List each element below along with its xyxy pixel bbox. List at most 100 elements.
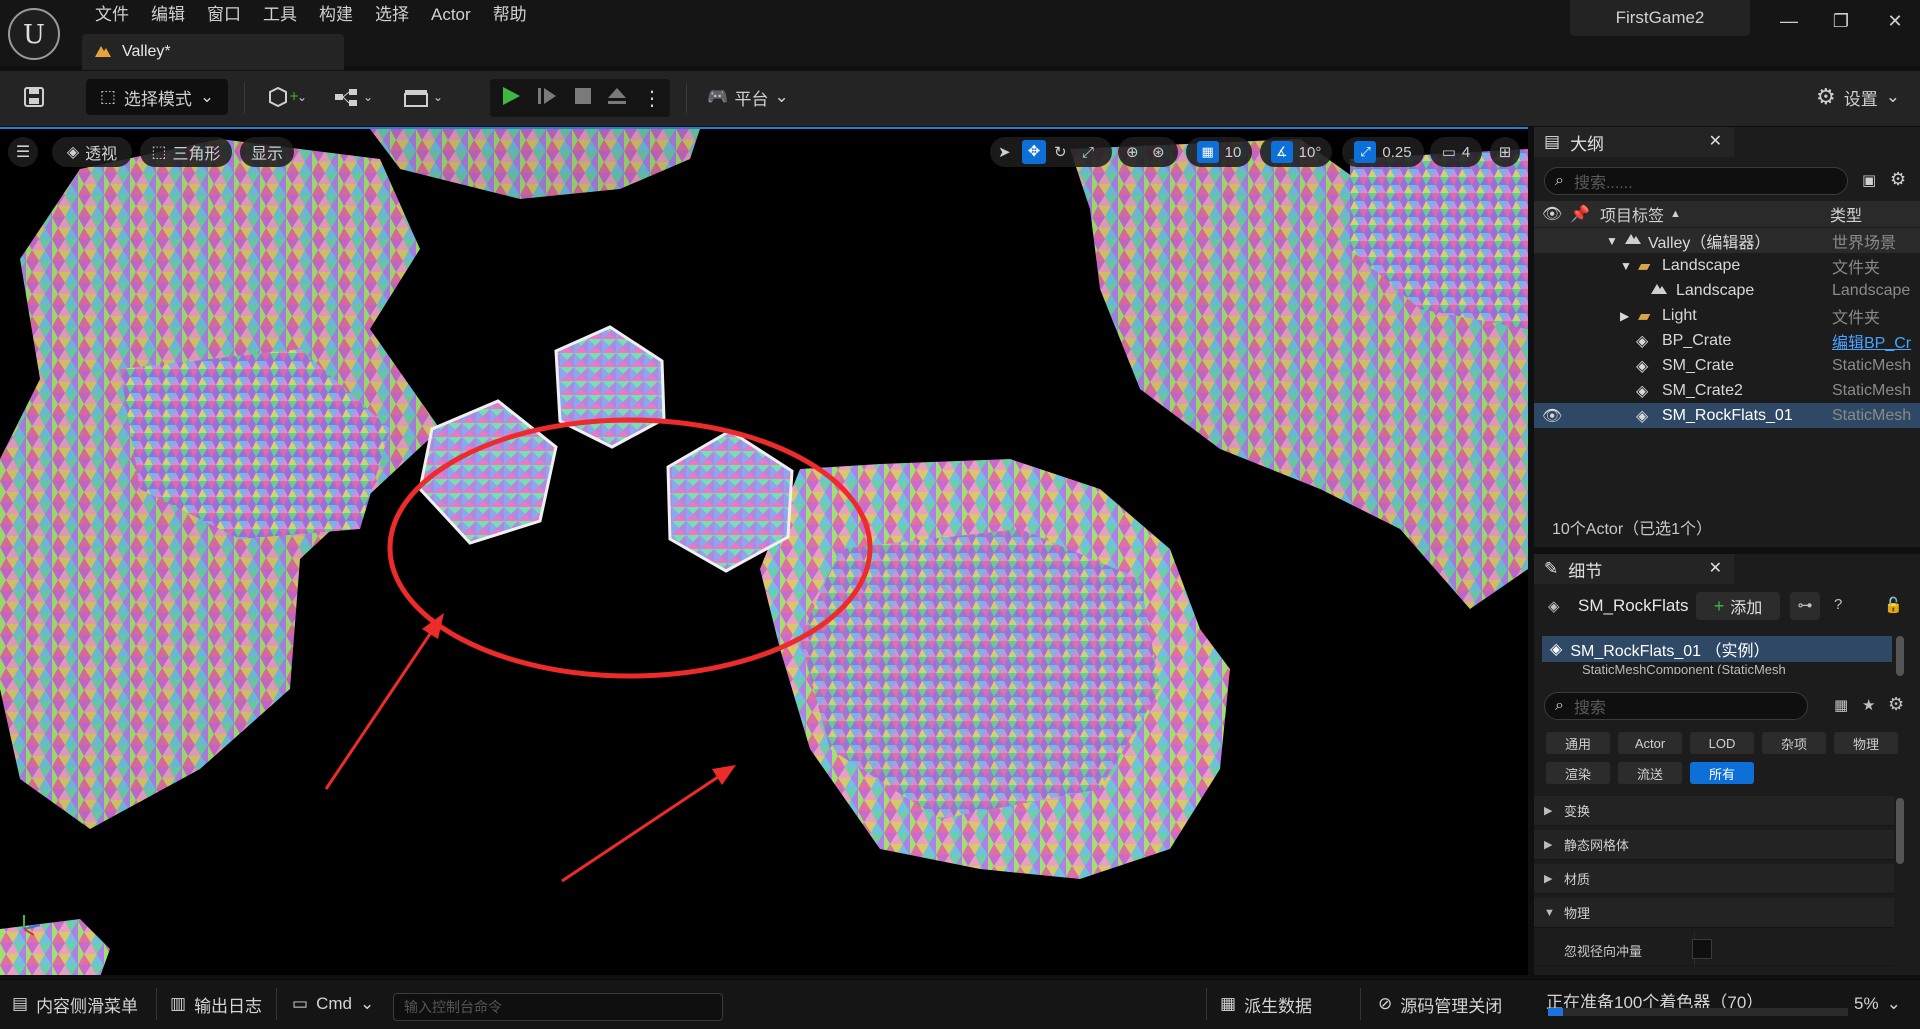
show-button[interactable]: 显示 — [240, 137, 294, 167]
save-icon[interactable] — [16, 79, 52, 115]
details-search-input[interactable]: ⌕ 搜索 — [1544, 692, 1808, 720]
filter-lod[interactable]: LOD — [1690, 732, 1754, 754]
filter-misc[interactable]: 杂项 — [1762, 732, 1826, 754]
play-icon[interactable] — [500, 85, 522, 111]
console-command-input[interactable]: 输入控制台命令 — [393, 993, 723, 1021]
table-view-icon[interactable]: ▦ — [1834, 696, 1848, 714]
eject-icon[interactable] — [606, 85, 628, 111]
crate-mesh[interactable] — [554, 325, 666, 449]
menu-select[interactable]: 选择 — [364, 4, 420, 28]
expand-icon[interactable]: ▼ — [1620, 259, 1632, 273]
filter-all[interactable]: 所有 — [1690, 762, 1754, 784]
move-icon[interactable]: ✥ — [1022, 140, 1046, 164]
gear-icon[interactable]: ⚙ — [1888, 694, 1904, 715]
source-control-button[interactable]: ⊘ 源码管理关闭 — [1378, 984, 1502, 1024]
cinematics-button[interactable]: ⌄ — [400, 79, 450, 115]
actor-name-field[interactable]: SM_RockFlats — [1578, 596, 1689, 616]
visibility-icon[interactable]: 👁 — [1542, 204, 1562, 224]
menu-edit[interactable]: 编辑 — [140, 4, 196, 28]
add-folder-icon[interactable]: ▣ — [1862, 171, 1876, 189]
section-materials[interactable]: ▶ 材质 — [1534, 864, 1894, 894]
level-viewport[interactable]: ☰ ◈ 透视 ⬚ 三角形 显示 ➤ ✥ ↻ ⤢ ⊕ ⊛ ▦ 10 ∡ 10° ⤢… — [0, 127, 1528, 975]
rotate-icon[interactable]: ↻ — [1054, 143, 1067, 161]
world-space-icon[interactable]: ⊕ — [1126, 143, 1139, 161]
ignore-radial-impulse-checkbox[interactable] — [1692, 939, 1712, 959]
section-transform[interactable]: ▶ 变换 — [1534, 796, 1894, 826]
camera-speed-button[interactable]: ▭ 4 — [1430, 137, 1482, 167]
menu-window[interactable]: 窗口 — [196, 4, 252, 28]
mode-select-dropdown[interactable]: ⬚ 选择模式 ⌄ — [86, 79, 228, 115]
perspective-button[interactable]: ◈ 透视 — [52, 137, 132, 167]
add-component-button[interactable]: + 添加 — [1696, 592, 1780, 620]
minimize-icon[interactable]: — — [1774, 6, 1804, 36]
menu-actor[interactable]: Actor — [420, 4, 482, 28]
select-arrow-icon[interactable]: ➤ — [998, 143, 1011, 161]
section-static-mesh[interactable]: ▶ 静态网格体 — [1534, 830, 1894, 860]
outliner-search-input[interactable]: ⌕ 搜索...... — [1544, 167, 1848, 195]
tree-row[interactable]: ▶ ▰ Light 文件夹 — [1534, 303, 1920, 328]
scale-icon[interactable]: ⤢ — [1082, 144, 1094, 161]
step-icon[interactable] — [536, 85, 558, 111]
tree-row[interactable]: 👁 ◈ SM_RockFlats_01 StaticMesh — [1534, 403, 1920, 428]
derived-data-button[interactable]: ▦ 派生数据 — [1220, 984, 1312, 1024]
unreal-logo-icon[interactable]: U — [8, 8, 60, 60]
menu-build[interactable]: 构建 — [308, 4, 364, 28]
progress-percent-dropdown[interactable]: 5% ⌄ — [1854, 984, 1901, 1024]
filter-actor[interactable]: Actor — [1618, 732, 1682, 754]
outliner-tab[interactable]: ▤ 大纲 ✕ — [1534, 127, 1734, 157]
component-tree-instance[interactable]: ◈ SM_RockFlats_01 （实例） — [1542, 636, 1892, 662]
surface-snap-icon[interactable]: ⊛ — [1152, 143, 1165, 161]
tree-row[interactable]: ◈ SM_Crate2 StaticMesh — [1534, 378, 1920, 403]
tree-row[interactable]: Landscape Landscape — [1534, 278, 1920, 303]
grid-snap-button[interactable]: ▦ 10 — [1186, 137, 1252, 167]
viewport-scene[interactable] — [0, 129, 1528, 975]
close-icon[interactable]: ✕ — [1709, 558, 1722, 578]
rock-mesh[interactable] — [370, 129, 700, 199]
view-mode-button[interactable]: ⬚ 三角形 — [140, 137, 232, 167]
filter-physics[interactable]: 物理 — [1834, 732, 1898, 754]
visibility-icon[interactable]: 👁 — [1542, 406, 1562, 426]
settings-button[interactable]: ⚙ 设置 ⌄ — [1806, 79, 1910, 115]
collapse-icon[interactable]: ▶ — [1620, 309, 1629, 323]
component-tree-item[interactable]: StaticMeshComponent (StaticMesh — [1542, 662, 1892, 674]
details-scrollbar[interactable] — [1896, 798, 1904, 864]
help-icon[interactable]: ? — [1834, 596, 1842, 613]
filter-rendering[interactable]: 渲染 — [1546, 762, 1610, 784]
tree-row[interactable]: ◈ BP_Crate 编辑BP_Cr — [1534, 328, 1920, 353]
close-icon[interactable]: ✕ — [1709, 131, 1722, 151]
rotation-snap-button[interactable]: ∡ 10° — [1260, 137, 1332, 167]
platform-button[interactable]: 🎮 平台 ⌄ — [706, 79, 790, 115]
output-log-button[interactable]: ▥ 输出日志 — [170, 984, 262, 1024]
menu-help[interactable]: 帮助 — [482, 4, 538, 28]
column-type-header[interactable]: 类型 — [1830, 202, 1862, 226]
gear-icon[interactable]: ⚙ — [1890, 169, 1906, 190]
restore-icon[interactable]: ❐ — [1826, 6, 1856, 36]
close-window-icon[interactable]: ✕ — [1880, 6, 1910, 36]
tree-row[interactable]: ◈ SM_Crate StaticMesh — [1534, 353, 1920, 378]
add-actor-button[interactable]: + ⌄ — [262, 79, 312, 115]
content-drawer-button[interactable]: ▤ 内容侧滑菜单 — [12, 984, 138, 1024]
tree-row[interactable]: ▼ ▰ Landscape 文件夹 — [1534, 253, 1920, 278]
column-label-header[interactable]: 项目标签 — [1600, 202, 1664, 226]
favorite-star-icon[interactable]: ★ — [1862, 696, 1875, 714]
edit-blueprint-link[interactable]: 编辑BP_Cr — [1832, 329, 1920, 353]
rock-mesh[interactable] — [0, 919, 110, 975]
stop-icon[interactable] — [572, 85, 594, 111]
menu-tools[interactable]: 工具 — [252, 4, 308, 28]
blueprint-button[interactable]: ⌄ — [330, 79, 380, 115]
viewport-menu-icon[interactable]: ☰ — [8, 137, 38, 167]
tree-row[interactable]: ▼ Valley（编辑器） 世界场景 — [1534, 228, 1920, 253]
viewport-layout-icon[interactable]: ⊞ — [1490, 137, 1520, 167]
cmd-dropdown[interactable]: ▭ Cmd ⌄ — [292, 984, 374, 1024]
section-physics[interactable]: ▼ 物理 — [1534, 898, 1894, 928]
details-tab[interactable]: ✎ 细节 ✕ — [1534, 554, 1734, 584]
expand-icon[interactable]: ▼ — [1606, 234, 1618, 248]
lock-icon[interactable]: 🔓 — [1884, 596, 1903, 614]
more-options-icon[interactable]: ⋮ — [642, 86, 662, 111]
scale-snap-button[interactable]: ⤢ 0.25 — [1342, 137, 1424, 167]
blueprint-convert-icon[interactable]: ⊶ — [1790, 592, 1820, 620]
menu-file[interactable]: 文件 — [84, 4, 140, 28]
filter-streaming[interactable]: 流送 — [1618, 762, 1682, 784]
component-scrollbar[interactable] — [1896, 636, 1904, 676]
pin-icon[interactable]: 📌 — [1570, 204, 1590, 224]
